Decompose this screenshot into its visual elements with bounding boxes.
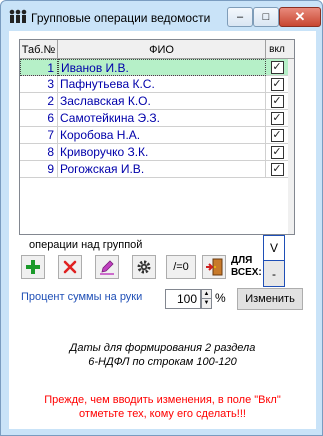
include-checkbox[interactable]: ✓	[270, 61, 284, 74]
dates-note: Даты для формирования 2 раздела 6-НДФЛ п…	[9, 341, 316, 369]
include-checkbox[interactable]: ✓	[270, 146, 284, 159]
include-checkbox[interactable]: ✓	[270, 78, 284, 91]
header-tab-number[interactable]: Таб.№	[20, 40, 58, 59]
window-title: Групповые операции ведомости	[31, 11, 211, 25]
cell-fio[interactable]: Самотейкина Э.З.	[58, 110, 266, 127]
cell-fio[interactable]: Коробова Н.А.	[58, 127, 266, 144]
cell-tab-number[interactable]: 3	[20, 76, 58, 93]
table-row[interactable]: 8 Криворучко З.К. ✓	[20, 144, 288, 161]
cell-tab-number[interactable]: 8	[20, 144, 58, 161]
settings-button[interactable]	[132, 255, 156, 279]
uncheck-all-button[interactable]: -	[264, 261, 284, 286]
percent-label: Процент суммы на руки	[21, 291, 143, 303]
warning-line1: Прежде, чем вводить изменения, в поле "В…	[44, 394, 281, 406]
vertical-scrollbar[interactable]	[288, 59, 294, 234]
spin-down-icon[interactable]: ▼	[202, 299, 211, 308]
cell-vkl: ✓	[266, 127, 288, 144]
dialog-window: Групповые операции ведомости – □ ✕ Таб.№…	[0, 0, 323, 436]
percent-input[interactable]: 100	[165, 289, 201, 309]
table-row[interactable]: 9 Рогожская И.В. ✓	[20, 161, 288, 178]
maximize-icon: □	[262, 11, 270, 23]
exit-door-icon	[206, 258, 223, 276]
cell-vkl: ✓	[266, 59, 288, 76]
cell-fio[interactable]: Пафнутьева К.С.	[58, 76, 266, 93]
spin-up-icon[interactable]: ▲	[202, 290, 211, 299]
warning-note: Прежде, чем вводить изменения, в поле "В…	[9, 393, 316, 421]
cell-vkl: ✓	[266, 144, 288, 161]
cell-fio[interactable]: Иванов И.В.	[58, 59, 266, 76]
close-icon: ✕	[294, 9, 306, 24]
warning-line2: отметьте тех, кому его сделать!!!	[79, 408, 246, 420]
grid-header: Таб.№ ФИО вкл	[20, 40, 294, 59]
cell-tab-number[interactable]: 6	[20, 110, 58, 127]
cell-fio[interactable]: Рогожская И.В.	[58, 161, 266, 178]
cell-tab-number[interactable]: 7	[20, 127, 58, 144]
include-checkbox[interactable]: ✓	[270, 95, 284, 108]
delete-icon	[63, 260, 77, 274]
table-row[interactable]: 7 Коробова Н.А. ✓	[20, 127, 288, 144]
people-icon	[9, 9, 27, 23]
table-row[interactable]: 2 Заславская К.О. ✓	[20, 93, 288, 110]
check-all-button[interactable]: V	[264, 236, 284, 261]
minimize-button[interactable]: –	[227, 7, 253, 27]
title-bar[interactable]: Групповые операции ведомости – □ ✕	[1, 1, 322, 31]
gear-icon	[137, 260, 151, 274]
include-checkbox[interactable]: ✓	[270, 112, 284, 125]
table-row[interactable]: 1 Иванов И.В. ✓	[20, 59, 288, 76]
table-row[interactable]: 3 Пафнутьева К.С. ✓	[20, 76, 288, 93]
header-vkl[interactable]: вкл	[266, 40, 288, 59]
group-ops-label: операции над группой	[29, 239, 143, 251]
for-all-label: ДЛЯ ВСЕХ:	[231, 255, 262, 278]
client-area: Таб.№ ФИО вкл 1 Иванов И.В. ✓ 3 Пафнутьева К…	[9, 31, 316, 429]
header-fio[interactable]: ФИО	[58, 40, 266, 59]
table-row[interactable]: 6 Самотейкина Э.З. ✓	[20, 110, 288, 127]
plus-icon	[26, 260, 40, 274]
dates-note-line1: Даты для формирования 2 раздела	[69, 342, 256, 354]
cell-tab-number[interactable]: 2	[20, 93, 58, 110]
cell-tab-number[interactable]: 9	[20, 161, 58, 178]
change-button[interactable]: Изменить	[237, 288, 303, 310]
pencil-icon	[100, 260, 114, 275]
delete-button[interactable]	[58, 255, 82, 279]
percent-spinner[interactable]: ▲ ▼	[201, 289, 212, 309]
edit-button[interactable]	[95, 255, 119, 279]
cell-vkl: ✓	[266, 161, 288, 178]
cell-tab-number[interactable]: 1	[20, 59, 58, 76]
include-checkbox[interactable]: ✓	[270, 129, 284, 142]
employee-grid[interactable]: Таб.№ ФИО вкл 1 Иванов И.В. ✓ 3 Пафнутьева К…	[19, 39, 295, 235]
cell-vkl: ✓	[266, 76, 288, 93]
exit-button[interactable]	[202, 255, 226, 279]
add-button[interactable]	[21, 255, 45, 279]
cell-vkl: ✓	[266, 93, 288, 110]
zero-button[interactable]: /=0	[166, 255, 196, 279]
dates-note-line2: 6-НДФЛ по строкам 100-120	[88, 356, 237, 368]
close-button[interactable]: ✕	[279, 7, 321, 27]
maximize-button[interactable]: □	[253, 7, 279, 27]
percent-sign: %	[215, 291, 226, 305]
cell-fio[interactable]: Заславская К.О.	[58, 93, 266, 110]
cell-vkl: ✓	[266, 110, 288, 127]
include-checkbox[interactable]: ✓	[270, 163, 284, 176]
minimize-icon: –	[236, 11, 244, 23]
for-all-panel: V -	[263, 235, 285, 287]
cell-fio[interactable]: Криворучко З.К.	[58, 144, 266, 161]
